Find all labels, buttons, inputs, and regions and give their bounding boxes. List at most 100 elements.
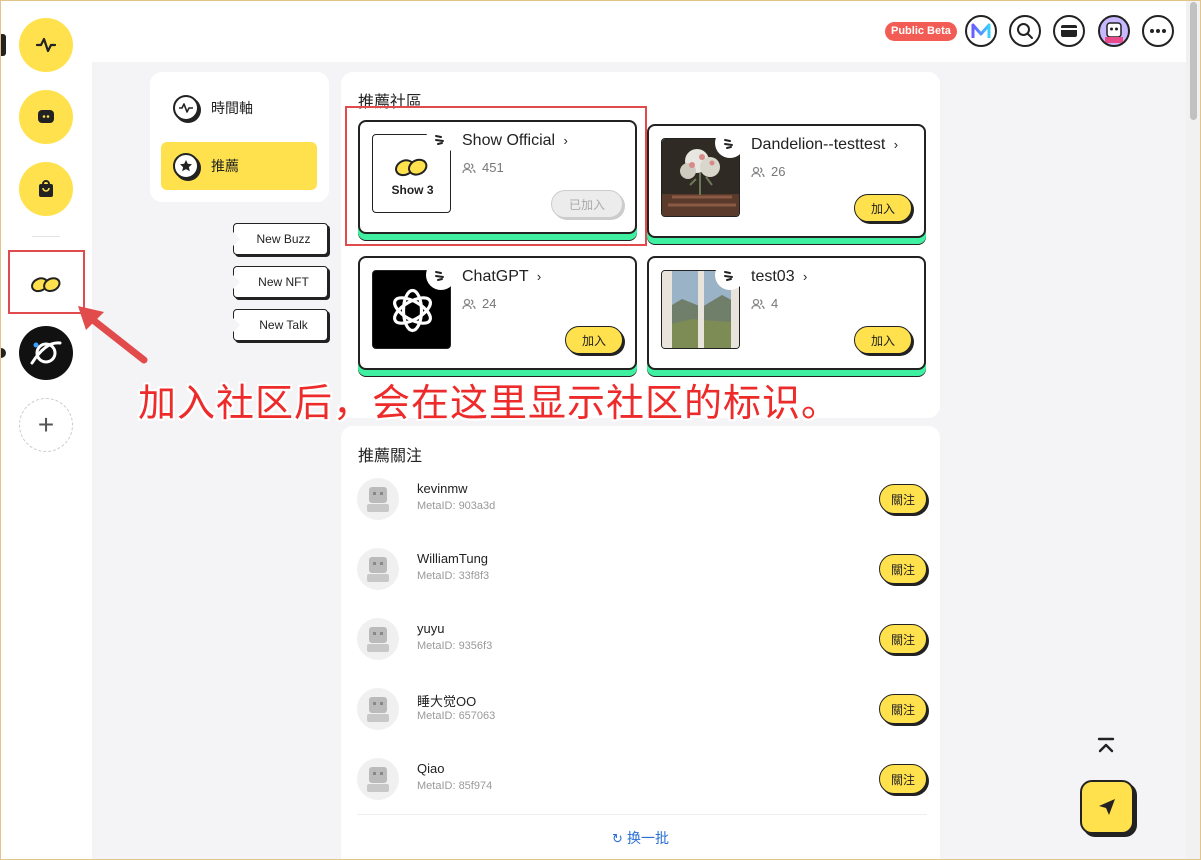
community-badge (426, 260, 456, 290)
join-button[interactable]: 加入 (565, 326, 623, 354)
follow-button[interactable]: 關注 (879, 554, 927, 584)
tag-new-buzz[interactable]: New Buzz (233, 223, 328, 255)
nav-item-timeline[interactable]: 時間軸 (161, 84, 317, 132)
follow-name[interactable]: kevinmw (417, 481, 468, 496)
feed-nav: 時間軸 推薦 (150, 72, 329, 202)
wallet-icon (1061, 25, 1077, 37)
robot-avatar-icon (367, 557, 389, 582)
rail-divider (32, 236, 60, 237)
follow-button[interactable]: 關注 (879, 484, 927, 514)
chevron-right-icon: › (893, 137, 899, 152)
send-icon (1099, 799, 1115, 815)
divider (357, 814, 927, 815)
compose-button[interactable] (1080, 780, 1134, 834)
user-avatar-button[interactable] (1098, 15, 1130, 47)
rail-add-button[interactable]: + (19, 398, 73, 452)
tag-new-talk[interactable]: New Talk (233, 309, 328, 341)
add-icon: + (37, 409, 55, 440)
join-button[interactable]: 加入 (854, 326, 912, 354)
follow-metaid: MetaID: 85f974 (417, 780, 493, 792)
rail-unread-indicator (0, 348, 6, 358)
chat-icon (38, 110, 54, 123)
avatar[interactable] (357, 478, 399, 520)
follow-metaid: MetaID: 9356f3 (417, 640, 493, 652)
avatar[interactable] (357, 548, 399, 590)
signal-icon (724, 271, 733, 281)
follow-metaid: MetaID: 33f8f3 (417, 570, 490, 582)
follow-button[interactable]: 關注 (879, 764, 927, 794)
chevron-right-icon: › (803, 269, 808, 284)
members-icon (462, 298, 476, 309)
scrollbar-thumb[interactable] (1190, 2, 1197, 120)
members-icon (751, 298, 765, 309)
follow-row: 睡大觉OO MetaID: 657063 關注 (357, 686, 927, 734)
follows-title: 推薦關注 (358, 448, 423, 465)
public-beta-badge: Public Beta (885, 22, 957, 41)
chevron-right-icon: › (563, 133, 568, 148)
follow-metaid: MetaID: 657063 (417, 710, 496, 722)
rail-show3-community[interactable] (19, 257, 73, 311)
follow-row: Qiao MetaID: 85f974 關注 (357, 756, 927, 804)
follow-button[interactable]: 關注 (879, 624, 927, 654)
follow-row: kevinmw MetaID: 903a3d 關注 (357, 476, 927, 524)
rail-shop-button[interactable] (19, 162, 73, 216)
community-card-test03[interactable]: test03 › 4 加入 (647, 256, 926, 370)
community-card-dandelion[interactable]: Dandelion--testtest › 26 加入 (647, 124, 926, 238)
thumb-caption: Show 3 (391, 183, 434, 197)
user-avatar-icon (1105, 22, 1123, 43)
nav-item-recommend[interactable]: 推薦 (161, 142, 317, 190)
rail-orbit-community[interactable] (19, 326, 73, 380)
follow-name[interactable]: yuyu (417, 621, 444, 636)
more-button[interactable] (1142, 15, 1174, 47)
follow-name[interactable]: WilliamTung (417, 551, 488, 566)
tag-new-nft[interactable]: New NFT (233, 266, 328, 298)
member-count: 4 (751, 296, 778, 311)
annotation-arrow (78, 306, 148, 364)
member-count: 26 (751, 164, 785, 179)
community-name[interactable]: Show Official › (462, 132, 568, 150)
back-to-top-icon (1097, 737, 1115, 753)
signal-icon (724, 139, 733, 149)
robot-avatar-icon (367, 627, 389, 652)
member-count: 451 (462, 160, 504, 175)
rail-chat-button[interactable] (19, 90, 73, 144)
search-button[interactable] (1009, 15, 1041, 47)
avatar[interactable] (357, 688, 399, 730)
robot-avatar-icon (367, 487, 389, 512)
refresh-button[interactable]: ↻ 换一批 (341, 828, 940, 848)
joined-button[interactable]: 已加入 (551, 190, 623, 218)
star-icon (173, 153, 199, 179)
back-to-top-button[interactable] (1093, 735, 1119, 757)
nav-item-label: 時間軸 (211, 100, 253, 116)
community-card-chatgpt[interactable]: ChatGPT › 24 加入 (358, 256, 637, 370)
refresh-icon: ↻ (612, 831, 623, 846)
metaid-logo-button[interactable] (965, 15, 997, 47)
community-name[interactable]: ChatGPT › (462, 268, 541, 286)
robot-avatar-icon (367, 767, 389, 792)
scrollbar[interactable] (1186, 0, 1200, 860)
community-name[interactable]: test03 › (751, 268, 807, 286)
communities-title: 推薦社區 (358, 94, 423, 111)
members-icon (751, 166, 765, 177)
community-name[interactable]: Dandelion--testtest › (751, 136, 898, 154)
show3-community-icon (31, 277, 61, 293)
search-icon (1017, 23, 1033, 39)
signal-icon (435, 271, 444, 281)
robot-avatar-icon (367, 697, 389, 722)
more-icon (1150, 29, 1166, 33)
avatar[interactable] (357, 758, 399, 800)
shop-icon (39, 180, 53, 197)
avatar[interactable] (357, 618, 399, 660)
community-badge (715, 260, 745, 290)
community-card-show-official[interactable]: Show 3 Show Official › 451 已加入 (358, 120, 637, 234)
join-button[interactable]: 加入 (854, 194, 912, 222)
nav-item-label: 推薦 (211, 158, 239, 174)
follow-name[interactable]: 睡大觉OO (417, 691, 476, 710)
follow-name[interactable]: Qiao (417, 761, 444, 776)
recommended-follows-panel: 推薦關注 kevinmw MetaID: 903a3d 關注 WilliamTu… (341, 426, 940, 860)
rail-activity-button[interactable] (19, 18, 73, 72)
activity-icon (35, 37, 57, 53)
follow-button[interactable]: 關注 (879, 694, 927, 724)
wallet-button[interactable] (1053, 15, 1085, 47)
annotation-text: 加入社区后，会在这里显示社区的标识。 (138, 381, 841, 425)
